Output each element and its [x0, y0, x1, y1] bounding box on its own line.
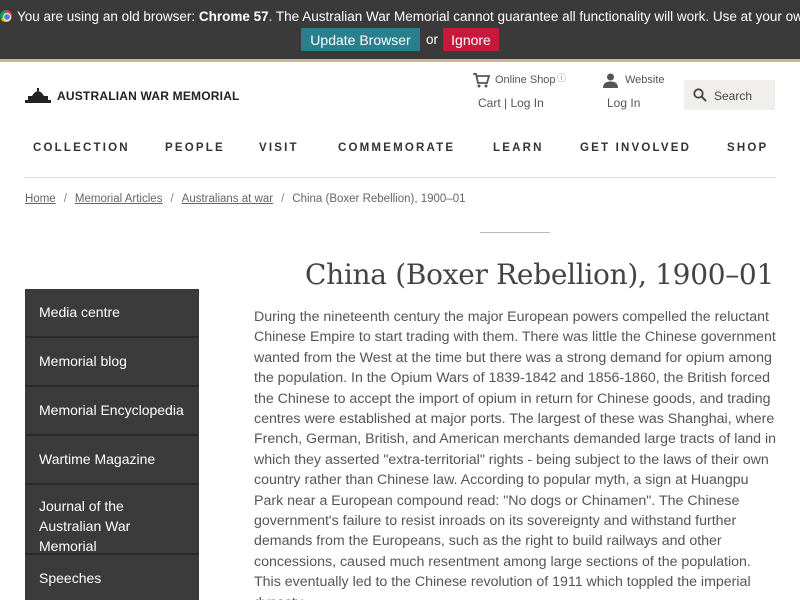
- nav-shop[interactable]: SHOP: [727, 142, 768, 154]
- nav-learn[interactable]: LEARN: [493, 142, 544, 154]
- sidebar-item-memorial-blog[interactable]: Memorial blog: [25, 338, 199, 387]
- nav-visit[interactable]: VISIT: [259, 142, 299, 154]
- sidebar-item-memorial-encyclopedia[interactable]: Memorial Encyclopedia: [25, 387, 199, 436]
- breadcrumb-separator: /: [170, 193, 174, 205]
- site-logo[interactable]: AUSTRALIAN WAR MEMORIAL: [25, 88, 240, 103]
- main-nav: COLLECTION PEOPLE VISIT COMMEMORATE LEAR…: [0, 142, 800, 162]
- search-button[interactable]: Search: [684, 80, 775, 110]
- banner-message: You are using an old browser: Chrome 57.…: [0, 9, 800, 24]
- breadcrumb-home[interactable]: Home: [25, 193, 56, 205]
- website-login-link[interactable]: Log In: [607, 96, 640, 110]
- banner-divider: [0, 59, 800, 62]
- info-icon[interactable]: ⓘ: [557, 71, 566, 84]
- search-label: Search: [714, 89, 753, 103]
- nav-people[interactable]: PEOPLE: [165, 142, 225, 154]
- breadcrumb-current: China (Boxer Rebellion), 1900–01: [292, 193, 466, 205]
- banner-or-text: or: [426, 32, 439, 47]
- nav-divider: [25, 177, 775, 178]
- search-icon: [693, 88, 707, 102]
- title-divider: [480, 232, 550, 233]
- sidebar-item-wartime-magazine[interactable]: Wartime Magazine: [25, 436, 199, 485]
- cart-icon: [473, 73, 490, 88]
- article-body: During the nineteenth century the major …: [254, 309, 777, 600]
- logo-text: AUSTRALIAN WAR MEMORIAL: [57, 88, 240, 103]
- memorial-logo-icon: [25, 88, 51, 103]
- chrome-icon: [0, 10, 12, 22]
- nav-commemorate[interactable]: COMMEMORATE: [338, 142, 455, 154]
- breadcrumb: Home / Memorial Articles / Australians at wa…: [25, 193, 466, 205]
- sidebar-item-journal[interactable]: Journal of the Australian War Memorial: [25, 485, 199, 555]
- sidebar-menu: Media centre Memorial blog Memorial Ency…: [25, 289, 199, 600]
- breadcrumb-separator: /: [281, 193, 285, 205]
- nav-get-involved[interactable]: GET INVOLVED: [580, 142, 691, 154]
- banner-suffix: . The Australian War Memorial cannot gua…: [268, 9, 800, 24]
- cart-login-link[interactable]: Cart | Log In: [478, 96, 544, 110]
- banner-prefix: You are using an old browser:: [17, 9, 196, 24]
- old-browser-banner: You are using an old browser: Chrome 57.…: [0, 0, 800, 59]
- breadcrumb-australians-at-war[interactable]: Australians at war: [182, 193, 273, 205]
- sidebar-item-speeches[interactable]: Speeches: [25, 555, 199, 600]
- website-label: Website: [625, 74, 665, 86]
- ignore-button[interactable]: Ignore: [443, 28, 499, 51]
- page-title: China (Boxer Rebellion), 1900–01: [305, 258, 774, 291]
- sidebar-item-media-centre[interactable]: Media centre: [25, 289, 199, 338]
- user-icon: [603, 73, 618, 88]
- breadcrumb-separator: /: [63, 193, 67, 205]
- update-browser-button[interactable]: Update Browser: [301, 28, 420, 51]
- nav-collection[interactable]: COLLECTION: [33, 142, 130, 154]
- banner-browser: Chrome 57: [198, 9, 269, 24]
- online-shop-label: Online Shop: [495, 74, 556, 86]
- breadcrumb-memorial-articles[interactable]: Memorial Articles: [75, 193, 163, 205]
